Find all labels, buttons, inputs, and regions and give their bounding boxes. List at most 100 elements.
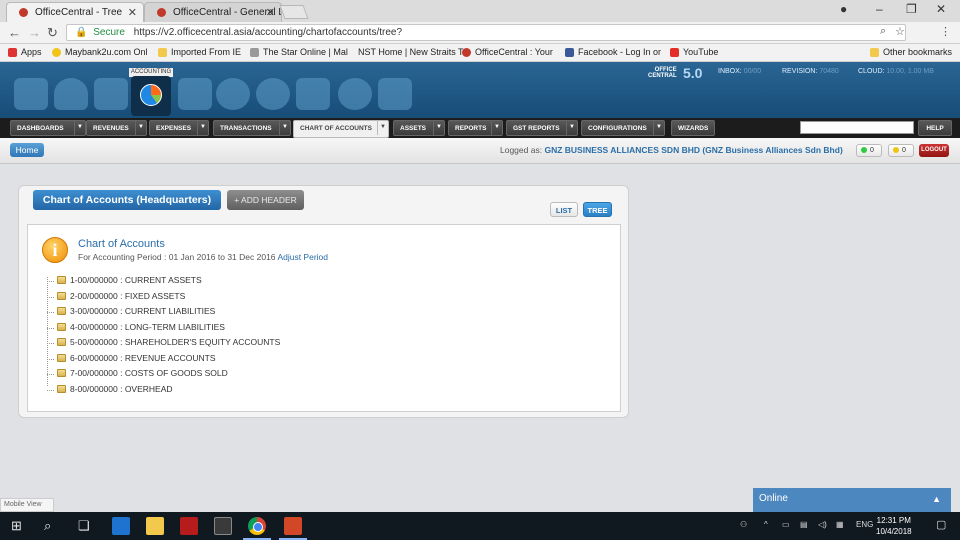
- list-view-button[interactable]: LIST: [550, 202, 578, 217]
- bookmark-thestar[interactable]: The Star Online | Mal: [250, 47, 348, 57]
- chevron-down-icon[interactable]: ▼: [491, 121, 502, 135]
- bookmark-maybank[interactable]: Maybank2u.com Onl: [52, 47, 148, 57]
- browser-tab-general-ledger[interactable]: OfficeCentral - General L ✕: [144, 2, 282, 22]
- store-icon[interactable]: [214, 517, 232, 535]
- bookmark-imported[interactable]: Imported From IE: [158, 47, 241, 57]
- windows-start-icon[interactable]: ⊞: [11, 518, 22, 534]
- green-status-pill[interactable]: 0: [856, 144, 882, 157]
- close-tab-icon[interactable]: ✕: [266, 6, 275, 19]
- menu-revenues[interactable]: REVENUES ▼: [86, 120, 147, 136]
- add-header-button[interactable]: + ADD HEADER: [227, 190, 304, 210]
- powerpoint-icon[interactable]: [284, 517, 302, 535]
- home-button[interactable]: Home: [10, 143, 44, 157]
- mobile-view-link[interactable]: Mobile View: [0, 498, 54, 512]
- file-explorer-icon[interactable]: [146, 517, 164, 535]
- chrome-icon[interactable]: [248, 517, 266, 535]
- people-icon[interactable]: ⚇: [740, 520, 747, 529]
- network-icon[interactable]: ▤: [800, 520, 808, 529]
- phone-module-icon[interactable]: [216, 78, 250, 110]
- tree-node[interactable]: 5-00/000000 : SHAREHOLDER'S EQUITY ACCOU…: [46, 337, 280, 353]
- computer-module-icon[interactable]: [14, 78, 48, 110]
- chevron-up-icon[interactable]: ▲: [932, 494, 941, 504]
- logout-button[interactable]: LOGOUT: [919, 144, 949, 157]
- yellow-status-pill[interactable]: 0: [888, 144, 914, 157]
- menu-search-input[interactable]: [800, 121, 914, 134]
- volume-icon[interactable]: ◁): [818, 520, 827, 529]
- chevron-down-icon[interactable]: ▼: [653, 121, 664, 135]
- chevron-down-icon[interactable]: ▼: [433, 121, 444, 135]
- address-bar: ← → ↻ 🔒 Secure https://v2.officecentral.…: [0, 22, 960, 44]
- bookmark-facebook[interactable]: Facebook - Log In or: [565, 47, 661, 57]
- task-view-icon[interactable]: ❏: [78, 518, 90, 534]
- search-icon[interactable]: ⌕: [44, 518, 51, 534]
- clock[interactable]: 12:31 PM 10/4/2018: [876, 515, 912, 537]
- online-chat-widget[interactable]: Online ▲: [753, 488, 951, 512]
- inbox-badge[interactable]: INBOX: 00/00: [718, 68, 761, 75]
- bookmark-star-icon[interactable]: ☆: [895, 25, 905, 38]
- bookmark-other[interactable]: Other bookmarks: [870, 47, 952, 57]
- user-module-icon[interactable]: [54, 78, 88, 110]
- adjust-period-link[interactable]: Adjust Period: [277, 252, 328, 262]
- chat-module-icon[interactable]: [256, 78, 290, 110]
- restore-icon[interactable]: ❐: [906, 2, 917, 16]
- chevron-down-icon[interactable]: ▼: [377, 121, 388, 135]
- new-tab-button[interactable]: [279, 5, 309, 19]
- panel-title[interactable]: Chart of Accounts (Headquarters): [33, 190, 221, 210]
- chevron-down-icon[interactable]: ▼: [566, 121, 577, 135]
- chevron-down-icon[interactable]: ▼: [279, 121, 290, 135]
- main-menu: DASHBOARDS ▼ REVENUES ▼ EXPENSES ▼ TRANSACT…: [0, 118, 960, 138]
- minimize-icon[interactable]: –: [876, 2, 883, 16]
- tree-node[interactable]: 1-00/000000 : CURRENT ASSETS: [46, 275, 280, 291]
- home-module-icon[interactable]: [94, 78, 128, 110]
- tree-node[interactable]: 2-00/000000 : FIXED ASSETS: [46, 291, 280, 307]
- menu-configurations[interactable]: CONFIGURATIONS ▼: [581, 120, 665, 136]
- bookmark-officecentral[interactable]: OfficeCentral : Your: [462, 47, 553, 57]
- tree-node[interactable]: 7-00/000000 : COSTS OF GOODS SOLD: [46, 368, 280, 384]
- menu-transactions[interactable]: TRANSACTIONS ▼: [213, 120, 291, 136]
- settings-module-icon[interactable]: [378, 78, 412, 110]
- chevron-down-icon[interactable]: ▼: [74, 121, 85, 135]
- battery-icon[interactable]: ▭: [782, 520, 790, 529]
- acrobat-icon[interactable]: [180, 517, 198, 535]
- tree-node[interactable]: 6-00/000000 : REVENUE ACCOUNTS: [46, 353, 280, 369]
- url-omnibox[interactable]: 🔒 Secure https://v2.officecentral.asia/a…: [66, 24, 906, 41]
- close-tab-icon[interactable]: ✕: [128, 6, 137, 19]
- forward-icon[interactable]: →: [28, 25, 41, 40]
- bookmark-nst[interactable]: NST Home | New Straits T: [358, 47, 464, 57]
- tree-view-button[interactable]: TREE: [583, 202, 612, 217]
- zoom-icon[interactable]: ⌕: [880, 25, 886, 38]
- menu-dashboards[interactable]: DASHBOARDS ▼: [10, 120, 86, 136]
- accounting-module-icon[interactable]: [131, 76, 171, 116]
- bookmark-apps[interactable]: Apps: [8, 47, 42, 57]
- company-name[interactable]: GNZ BUSINESS ALLIANCES SDN BHD (GNZ Busi…: [544, 145, 842, 155]
- action-center-icon[interactable]: ▢: [936, 518, 946, 531]
- badge-label: REVISION:: [782, 68, 818, 75]
- yellow-dot-icon: [893, 147, 899, 153]
- documents-module-icon[interactable]: [178, 78, 212, 110]
- profile-icon[interactable]: ●: [840, 2, 847, 16]
- edge-icon[interactable]: [112, 517, 130, 535]
- reload-icon[interactable]: ↻: [47, 25, 58, 41]
- language-indicator[interactable]: ENG: [856, 520, 873, 529]
- menu-chart-of-accounts[interactable]: CHART OF ACCOUNTS ▼: [293, 120, 389, 138]
- close-window-icon[interactable]: ✕: [936, 2, 946, 16]
- tree-node[interactable]: 8-00/000000 : OVERHEAD: [46, 384, 280, 400]
- browser-tab-tree[interactable]: OfficeCentral - Tree ✕: [6, 2, 144, 22]
- menu-expenses[interactable]: EXPENSES ▼: [149, 120, 209, 136]
- chevron-down-icon[interactable]: ▼: [135, 121, 146, 135]
- menu-gst-reports[interactable]: GST REPORTS ▼: [506, 120, 578, 136]
- menu-kebab-icon[interactable]: ⋮: [940, 25, 951, 38]
- help-button[interactable]: HELP: [918, 120, 952, 136]
- menu-reports[interactable]: REPORTS ▼: [448, 120, 503, 136]
- inventory-module-icon[interactable]: [296, 78, 330, 110]
- menu-wizards[interactable]: WIZARDS: [671, 120, 715, 136]
- info-module-icon[interactable]: [338, 78, 372, 110]
- chevron-down-icon[interactable]: ▼: [197, 121, 208, 135]
- bookmark-youtube[interactable]: YouTube: [670, 47, 718, 57]
- tree-node[interactable]: 3-00/000000 : CURRENT LIABILITIES: [46, 306, 280, 322]
- keyboard-icon[interactable]: ▦: [836, 520, 844, 529]
- back-icon[interactable]: ←: [8, 25, 21, 40]
- tray-chevron-up-icon[interactable]: ^: [764, 520, 768, 529]
- tree-node[interactable]: 4-00/000000 : LONG-TERM LIABILITIES: [46, 322, 280, 338]
- menu-assets[interactable]: ASSETS ▼: [393, 120, 445, 136]
